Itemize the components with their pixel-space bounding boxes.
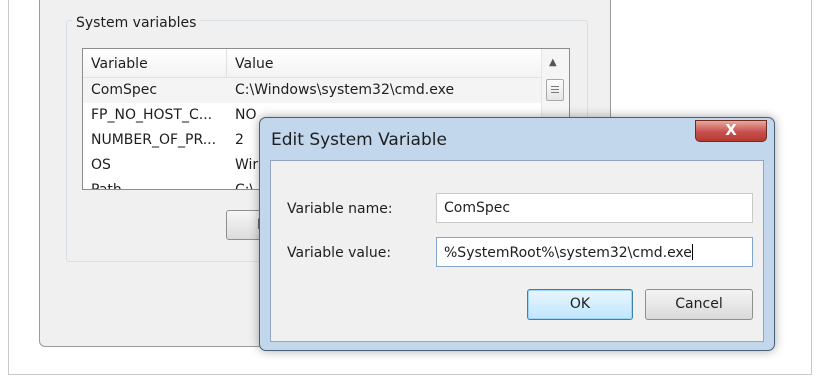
variable-name-field[interactable]: ComSpec (436, 193, 753, 223)
dialog-client-area: Variable name: ComSpec Variable value: %… (270, 160, 764, 342)
variable-value-value: %SystemRoot%\system32\cmd.exe (444, 245, 692, 261)
scroll-up-arrow-icon[interactable]: ▲ (549, 57, 557, 68)
grip-line (551, 89, 559, 90)
grip-line (551, 92, 559, 93)
variable-value-label: Variable value: (287, 245, 392, 261)
variable-cell: Path (91, 182, 122, 190)
column-header-value[interactable]: Value (235, 56, 273, 72)
close-icon: X (725, 121, 737, 139)
column-header-variable[interactable]: Variable (91, 56, 148, 72)
variable-cell: NUMBER_OF_PR... (91, 132, 217, 148)
cancel-button-label: Cancel (675, 296, 723, 312)
close-button[interactable]: X (695, 120, 767, 142)
value-cell: 2 (235, 132, 244, 148)
system-variables-label: System variables (72, 15, 201, 31)
variable-cell: ComSpec (91, 82, 158, 98)
variable-cell: OS (91, 157, 111, 173)
ok-button-label: OK (569, 296, 591, 312)
scrollbar-thumb[interactable] (546, 79, 564, 101)
variable-name-value: ComSpec (444, 200, 511, 216)
edit-system-variable-dialog: Edit System Variable X Variable name: Co… (259, 117, 775, 351)
variable-name-label: Variable name: (287, 201, 393, 217)
cancel-button[interactable]: Cancel (645, 289, 753, 320)
grip-line (551, 86, 559, 87)
ok-button[interactable]: OK (527, 289, 633, 320)
variable-cell: FP_NO_HOST_C... (91, 107, 213, 123)
column-divider[interactable] (226, 49, 227, 77)
value-cell: C:\ (235, 182, 255, 190)
value-cell: Wir (235, 157, 259, 173)
table-row[interactable]: ComSpec C:\Windows\system32\cmd.exe (83, 78, 541, 103)
variable-value-field[interactable]: %SystemRoot%\system32\cmd.exe (436, 237, 753, 267)
value-cell: C:\Windows\system32\cmd.exe (235, 82, 455, 98)
value-cell: NO (235, 107, 257, 123)
text-caret (691, 244, 693, 260)
dialog-title: Edit System Variable (271, 130, 447, 150)
list-header: Variable Value (83, 49, 541, 78)
